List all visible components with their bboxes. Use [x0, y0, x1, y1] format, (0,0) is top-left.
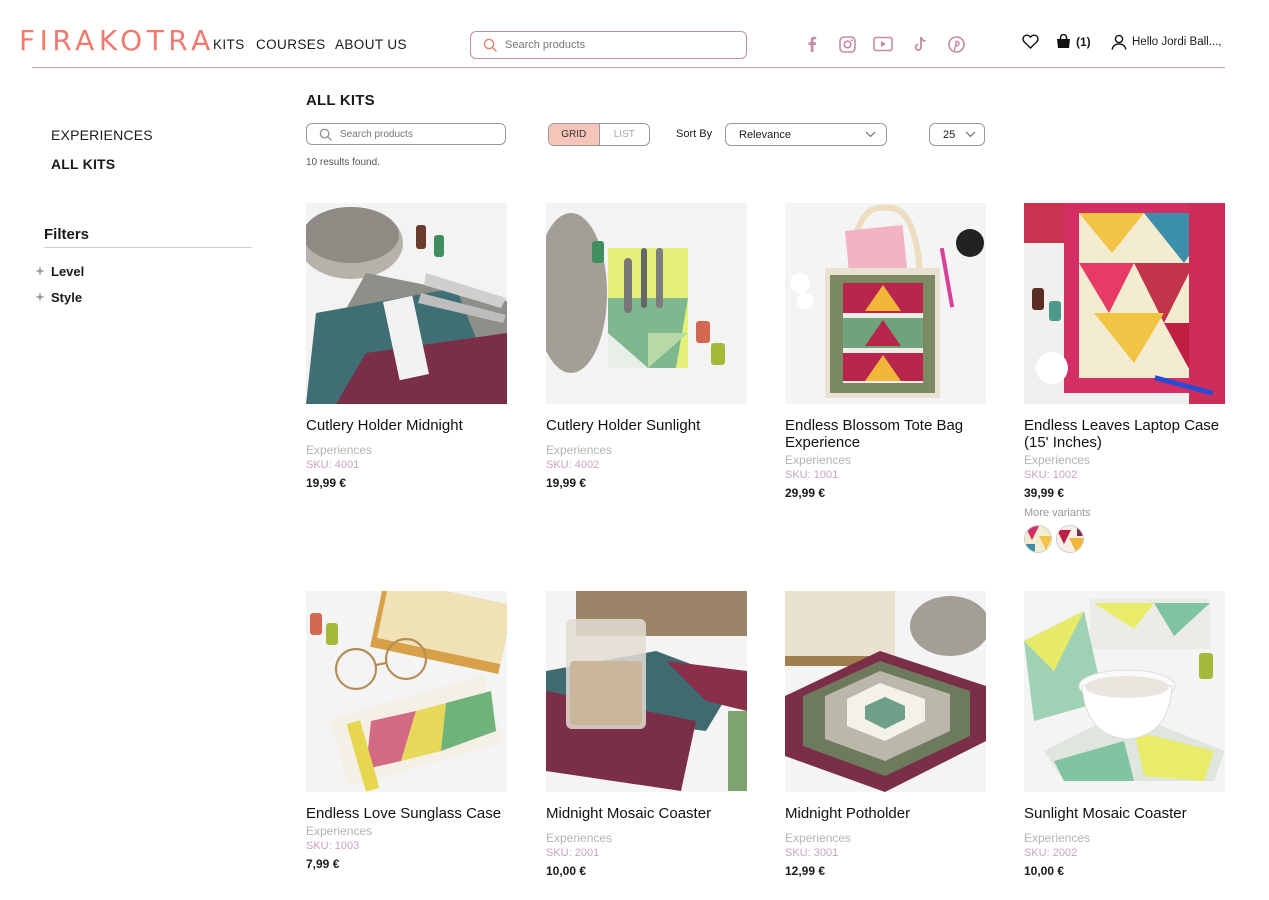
- product-sku: SKU: 2001: [546, 847, 600, 859]
- more-variants-label: More variants: [1024, 507, 1091, 519]
- variant-swatches: [1024, 525, 1225, 553]
- product-name[interactable]: Cutlery Holder Sunlight: [546, 417, 747, 434]
- sort-label: Sort By: [676, 128, 713, 140]
- sidebar-link-all-kits[interactable]: ALL KITS: [51, 156, 115, 172]
- product-image[interactable]: [1024, 203, 1225, 404]
- product-name[interactable]: Midnight Mosaic Coaster: [546, 805, 747, 822]
- product-card[interactable]: Midnight Mosaic Coaster Experiences SKU:…: [546, 591, 747, 879]
- product-price: 19,99 €: [546, 476, 587, 490]
- sort-value: Relevance: [739, 128, 791, 141]
- list-view-button[interactable]: LIST: [600, 124, 650, 145]
- header-search[interactable]: [470, 31, 747, 59]
- product-price: 29,99 €: [785, 486, 826, 500]
- nav-kits[interactable]: KITS: [213, 37, 245, 52]
- header-search-input[interactable]: [505, 39, 725, 51]
- product-search-input[interactable]: [340, 128, 490, 140]
- results-count: 10 results found.: [306, 157, 380, 168]
- product-sku: SKU: 4002: [546, 459, 600, 471]
- per-page-select[interactable]: 25: [929, 123, 985, 146]
- product-price: 19,99 €: [306, 476, 347, 490]
- product-sku: SKU: 2002: [1024, 847, 1078, 859]
- instagram-icon[interactable]: [836, 33, 858, 55]
- product-sku: SKU: 1001: [785, 469, 839, 481]
- sort-select[interactable]: Relevance: [725, 123, 887, 146]
- product-card[interactable]: Endless Leaves Laptop Case (15' Inches) …: [1024, 203, 1225, 553]
- product-image[interactable]: [1024, 591, 1225, 792]
- wishlist-icon[interactable]: [1022, 34, 1039, 49]
- product-price: 12,99 €: [785, 864, 826, 878]
- tiktok-icon[interactable]: [909, 33, 931, 55]
- product-sku: SKU: 4001: [306, 459, 360, 471]
- view-toggle: GRID LIST: [548, 123, 650, 146]
- product-name[interactable]: Sunlight Mosaic Coaster: [1024, 805, 1225, 822]
- filter-style-label: Style: [51, 290, 83, 305]
- per-page-value: 25: [943, 128, 956, 141]
- product-image[interactable]: [785, 203, 986, 404]
- nav-courses[interactable]: COURSES: [256, 37, 326, 52]
- product-name[interactable]: Endless Leaves Laptop Case (15' Inches): [1024, 417, 1225, 451]
- product-card[interactable]: Endless Love Sunglass Case Experiences S…: [306, 591, 507, 872]
- product-sku: SKU: 1002: [1024, 469, 1078, 481]
- product-sku: SKU: 3001: [785, 847, 839, 859]
- product-price: 10,00 €: [1024, 864, 1065, 878]
- filter-style[interactable]: + Style: [33, 289, 82, 306]
- product-card[interactable]: Midnight Potholder Experiences SKU: 3001…: [785, 591, 986, 879]
- product-category: Experiences: [306, 824, 373, 838]
- search-icon: [319, 128, 332, 141]
- filters-title: Filters: [44, 226, 90, 243]
- product-card[interactable]: Cutlery Holder Sunlight Experiences SKU:…: [546, 203, 747, 491]
- product-sku: SKU: 1003: [306, 840, 360, 852]
- product-name[interactable]: Endless Love Sunglass Case: [306, 805, 507, 822]
- product-image[interactable]: [546, 203, 747, 404]
- facebook-icon[interactable]: [801, 33, 823, 55]
- variant-swatch[interactable]: [1024, 525, 1052, 553]
- grid-view-button[interactable]: GRID: [549, 124, 600, 145]
- product-search[interactable]: [306, 123, 506, 145]
- chevron-down-icon: [865, 131, 876, 138]
- product-image[interactable]: [306, 203, 507, 404]
- shopping-bag-icon: [1057, 34, 1070, 48]
- page-title: ALL KITS: [306, 92, 375, 109]
- product-category: Experiences: [1024, 453, 1091, 467]
- filter-level[interactable]: + Level: [33, 263, 85, 280]
- product-price: 10,00 €: [546, 864, 587, 878]
- product-name[interactable]: Endless Blossom Tote Bag Experience: [785, 417, 986, 451]
- chevron-down-icon: [965, 131, 976, 138]
- product-card[interactable]: Cutlery Holder Midnight Experiences SKU:…: [306, 203, 507, 491]
- product-category: Experiences: [306, 443, 373, 457]
- account-button[interactable]: Hello Jordi Ball...,: [1111, 34, 1221, 50]
- filters-divider: [44, 247, 252, 248]
- product-image[interactable]: [785, 591, 986, 792]
- header-divider: [32, 67, 1225, 68]
- youtube-icon[interactable]: [872, 33, 894, 55]
- search-icon: [483, 38, 497, 52]
- user-greeting: Hello Jordi Ball...,: [1132, 36, 1222, 48]
- cart-count: (1): [1076, 34, 1091, 49]
- cart-button[interactable]: (1): [1056, 34, 1091, 49]
- product-price: 39,99 €: [1024, 486, 1065, 500]
- brand-logo[interactable]: FIRAKOTRA: [19, 24, 215, 57]
- sidebar-link-experiences[interactable]: EXPERIENCES: [51, 127, 153, 143]
- product-card[interactable]: Endless Blossom Tote Bag Experience Expe…: [785, 203, 986, 501]
- product-name[interactable]: Cutlery Holder Midnight: [306, 417, 507, 434]
- product-category: Experiences: [785, 453, 852, 467]
- filter-level-label: Level: [51, 264, 85, 279]
- product-name[interactable]: Midnight Potholder: [785, 805, 986, 822]
- product-category: Experiences: [546, 831, 613, 845]
- product-price: 7,99 €: [306, 857, 340, 871]
- product-image[interactable]: [306, 591, 507, 792]
- plus-icon: +: [35, 263, 45, 280]
- user-icon: [1111, 34, 1127, 50]
- product-category: Experiences: [546, 443, 613, 457]
- product-category: Experiences: [1024, 831, 1091, 845]
- product-category: Experiences: [785, 831, 852, 845]
- product-card[interactable]: Sunlight Mosaic Coaster Experiences SKU:…: [1024, 591, 1225, 879]
- plus-icon: +: [35, 289, 45, 306]
- nav-about-us[interactable]: ABOUT US: [335, 37, 407, 52]
- variant-swatch[interactable]: [1056, 525, 1084, 553]
- product-image[interactable]: [546, 591, 747, 792]
- pinterest-icon[interactable]: [945, 33, 967, 55]
